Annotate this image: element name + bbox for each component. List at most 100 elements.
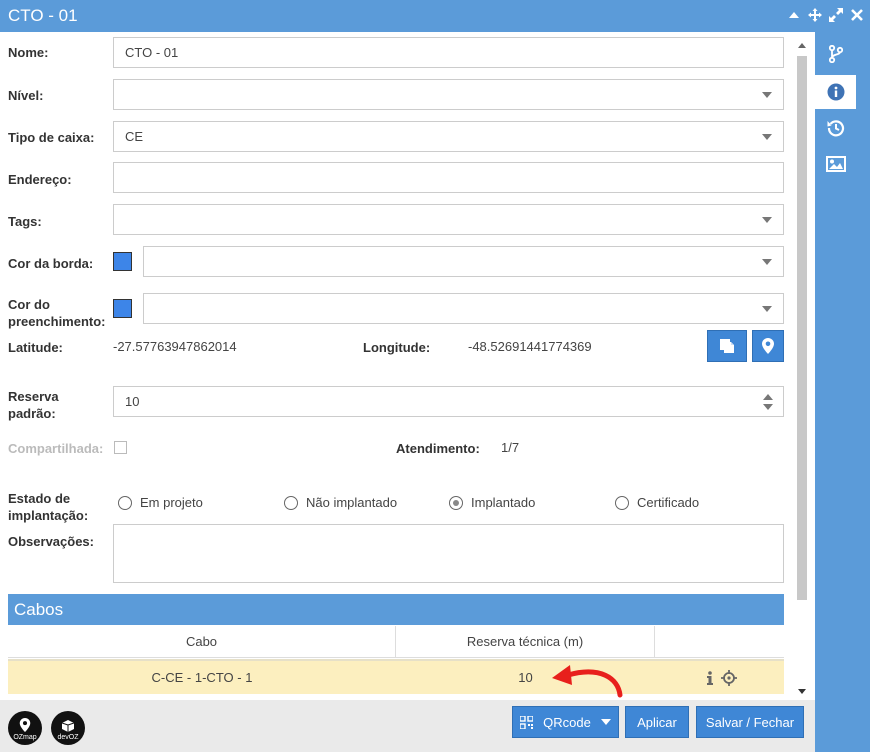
maximize-icon[interactable] (829, 8, 843, 22)
nivel-label: Nível: (8, 88, 44, 103)
qrcode-button[interactable]: QRcode (512, 706, 619, 738)
images-tab[interactable] (815, 147, 856, 181)
estado-option-label: Não implantado (306, 495, 398, 510)
estado-option-label: Implantado (471, 495, 536, 510)
window-title: CTO - 01 (8, 6, 78, 25)
move-icon[interactable] (808, 8, 822, 22)
observacoes-textarea[interactable] (113, 524, 784, 583)
cabos-section-header: Cabos (8, 594, 784, 625)
compartilhada-checkbox[interactable] (114, 441, 127, 454)
tags-select[interactable] (113, 204, 784, 235)
cor-preenchimento-swatch[interactable] (113, 299, 132, 318)
chevron-down-icon (762, 134, 772, 140)
tipo-caixa-label: Tipo de caixa: (8, 130, 95, 145)
estado-option-label: Certificado (637, 495, 700, 510)
reserva-label-line1: Reserva (8, 389, 59, 404)
compartilhada-label: Compartilhada: (8, 441, 104, 456)
cor-borda-swatch[interactable] (113, 252, 132, 271)
branch-icon (828, 45, 843, 63)
side-toolbar (815, 32, 870, 752)
collapse-icon[interactable] (787, 8, 801, 22)
nome-value: CTO - 01 (125, 45, 179, 60)
annotation-arrow (552, 665, 623, 698)
atendimento-label: Atendimento: (396, 441, 480, 456)
estado-option-label: Em projeto (140, 495, 203, 510)
latitude-value: -27.57763947862014 (113, 339, 237, 354)
reserva-value: 10 (125, 394, 140, 409)
reserva-label: Reserva padrão: (8, 388, 59, 422)
nome-label: Nome: (8, 45, 49, 60)
scrollbar-thumb[interactable] (797, 56, 807, 600)
chevron-down-icon (762, 217, 772, 223)
qrcode-icon (520, 715, 534, 729)
aplicar-button[interactable]: Aplicar (625, 706, 689, 738)
history-tab[interactable] (815, 111, 856, 145)
close-icon[interactable] (850, 8, 864, 22)
atendimento-value: 1/7 (501, 440, 520, 455)
copy-icon (720, 339, 734, 353)
radio-icon (615, 495, 629, 510)
image-icon (825, 156, 846, 172)
chevron-down-icon (762, 92, 772, 98)
qrcode-button-label: QRcode (543, 714, 591, 730)
chevron-down-icon (762, 306, 772, 312)
reserva-label-line2: padrão: (8, 406, 56, 421)
stepper-icon[interactable] (763, 393, 773, 411)
longitude-label: Longitude: (363, 340, 431, 355)
devoz-logo: devOZ (51, 711, 85, 745)
cor-preenchimento-label-line2: preenchimento: (8, 314, 106, 329)
column-header-actions (655, 626, 784, 658)
history-icon (827, 120, 844, 137)
estado-label-line2: implantação: (8, 508, 89, 523)
cor-preenchimento-label-line1: Cor do (8, 297, 50, 312)
nome-input[interactable]: CTO - 01 (113, 37, 784, 68)
cabo-cell: C-CE - 1-CTO - 1 (151, 670, 253, 685)
estado-option-nao-implantado[interactable]: Não implantado (284, 495, 397, 510)
chevron-down-icon (762, 259, 772, 265)
scroll-up-icon[interactable] (798, 43, 806, 48)
radio-icon (284, 495, 298, 510)
map-marker-icon (762, 338, 774, 354)
info-tab[interactable] (815, 75, 856, 109)
estado-label: Estado de implantação: (8, 490, 88, 524)
estado-option-em-projeto[interactable]: Em projeto (118, 495, 203, 510)
reserva-input[interactable]: 10 (113, 386, 784, 417)
ozmap-logo: OZmap (8, 711, 42, 745)
connections-tab[interactable] (815, 37, 856, 71)
cor-borda-label: Cor da borda: (8, 256, 94, 271)
window: CTO - 01 Nome: CTO - 01 Nível: Tipo de c… (0, 0, 870, 752)
scrollbar[interactable] (795, 38, 809, 700)
estado-label-line1: Estado de (8, 491, 71, 506)
tags-label: Tags: (8, 214, 42, 229)
scroll-down-icon[interactable] (798, 689, 806, 694)
devoz-logo-text: devOZ (57, 734, 79, 741)
chevron-down-icon (600, 719, 611, 725)
cor-preenchimento-select[interactable] (143, 293, 784, 324)
column-header-reserva[interactable]: Reserva técnica (m) (396, 626, 655, 658)
observacoes-label: Observações: (8, 534, 94, 549)
locate-on-map-button[interactable] (752, 330, 784, 362)
estado-option-implantado[interactable]: Implantado (449, 495, 535, 510)
latitude-label: Latitude: (8, 340, 63, 355)
ozmap-logo-text: OZmap (13, 734, 37, 741)
estado-option-certificado[interactable]: Certificado (615, 495, 699, 510)
tipo-caixa-select[interactable]: CE (113, 121, 784, 152)
column-header-cabo[interactable]: Cabo (8, 626, 396, 658)
tipo-caixa-value: CE (125, 129, 144, 144)
info-circle-icon (827, 83, 844, 101)
radio-selected-icon (449, 495, 463, 510)
title-bar[interactable]: CTO - 01 (0, 0, 870, 32)
nivel-select[interactable] (113, 79, 784, 110)
cor-preenchimento-label: Cor do preenchimento: (8, 296, 106, 330)
window-controls (787, 8, 864, 22)
locate-cable-icon[interactable] (720, 661, 738, 694)
longitude-value: -48.52691441774369 (468, 339, 592, 354)
radio-icon (118, 495, 132, 510)
salvar-fechar-button[interactable]: Salvar / Fechar (696, 706, 804, 738)
table-row[interactable]: C-CE - 1-CTO - 1 10 (8, 659, 784, 694)
endereco-label: Endereço: (8, 172, 72, 187)
info-icon[interactable] (702, 661, 718, 694)
endereco-input[interactable] (113, 162, 784, 193)
cor-borda-select[interactable] (143, 246, 784, 277)
copy-coordinates-button[interactable] (707, 330, 747, 362)
